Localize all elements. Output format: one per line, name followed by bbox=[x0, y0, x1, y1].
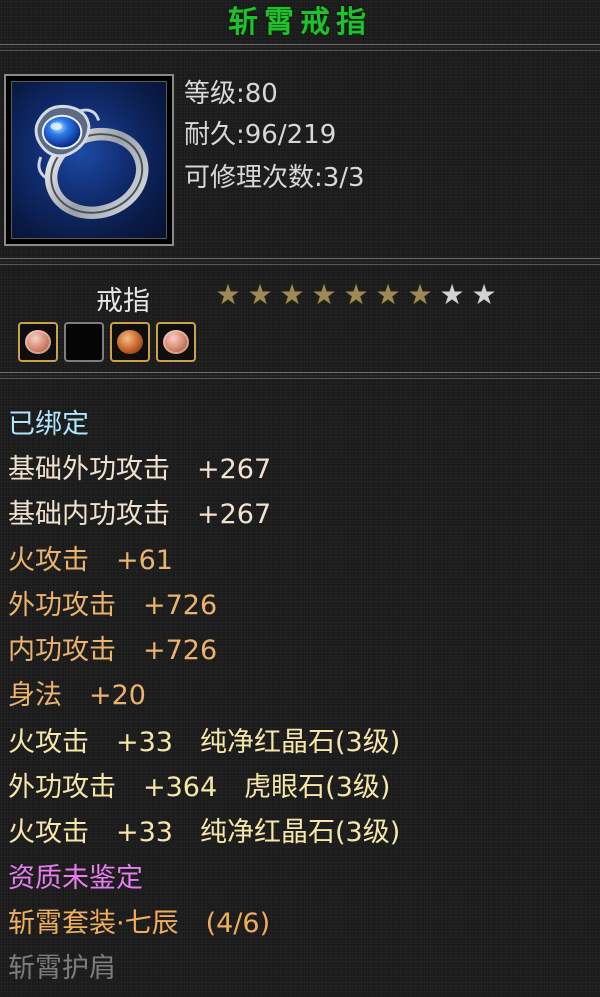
star-filled-icon: ★ bbox=[311, 278, 337, 311]
gem-attr-3: 火攻击 +33 纯净红晶石(3级) bbox=[8, 817, 401, 848]
star-filled-icon: ★ bbox=[375, 278, 401, 311]
star-filled-icon: ★ bbox=[215, 278, 241, 311]
star-empty-icon: ★ bbox=[439, 278, 465, 311]
item-icon-frame[interactable] bbox=[4, 74, 174, 246]
attr-outer-attack: 外功攻击 +726 bbox=[8, 590, 218, 621]
star-filled-icon: ★ bbox=[343, 278, 369, 311]
set-name: 斩霄套装·七辰 (4/6) bbox=[8, 908, 271, 939]
attr-agility: 身法 +20 bbox=[8, 680, 146, 711]
bound-status: 已绑定 bbox=[8, 409, 89, 440]
gem-socket-2[interactable] bbox=[64, 322, 104, 362]
ring-icon bbox=[11, 81, 167, 239]
separator bbox=[0, 372, 600, 379]
enhance-stars: ★ ★ ★ ★ ★ ★ ★ ★ ★ bbox=[213, 280, 499, 312]
attr-base-outer-attack: 基础外功攻击 +267 bbox=[8, 454, 272, 485]
gem-socket-3[interactable] bbox=[110, 322, 150, 362]
item-name: 斩霄戒指 bbox=[228, 5, 372, 40]
attr-fire-attack: 火攻击 +61 bbox=[8, 545, 173, 576]
gem-icon bbox=[163, 330, 189, 354]
item-type: 戒指 bbox=[96, 286, 150, 317]
separator bbox=[0, 258, 600, 265]
gem-attr-2: 外功攻击 +364 虎眼石(3级) bbox=[8, 772, 391, 803]
gem-sockets bbox=[18, 322, 196, 362]
star-filled-icon: ★ bbox=[247, 278, 273, 311]
gem-socket-1[interactable] bbox=[18, 322, 58, 362]
separator bbox=[0, 44, 600, 51]
attr-inner-attack: 内功攻击 +726 bbox=[8, 635, 218, 666]
gem-socket-4[interactable] bbox=[156, 322, 196, 362]
set-piece: 斩霄护肩 bbox=[8, 953, 116, 984]
attr-base-inner-attack: 基础内功攻击 +267 bbox=[8, 499, 272, 530]
star-filled-icon: ★ bbox=[279, 278, 305, 311]
star-empty-icon: ★ bbox=[471, 278, 497, 311]
gem-attr-1: 火攻击 +33 纯净红晶石(3级) bbox=[8, 727, 401, 758]
gem-icon bbox=[25, 330, 51, 354]
item-repair-count: 可修理次数:3/3 bbox=[184, 163, 365, 193]
gem-icon bbox=[117, 330, 143, 354]
quality-status: 资质未鉴定 bbox=[8, 863, 143, 894]
item-durability: 耐久:96/219 bbox=[184, 120, 337, 150]
star-filled-icon: ★ bbox=[407, 278, 433, 311]
item-level: 等级:80 bbox=[184, 79, 278, 109]
